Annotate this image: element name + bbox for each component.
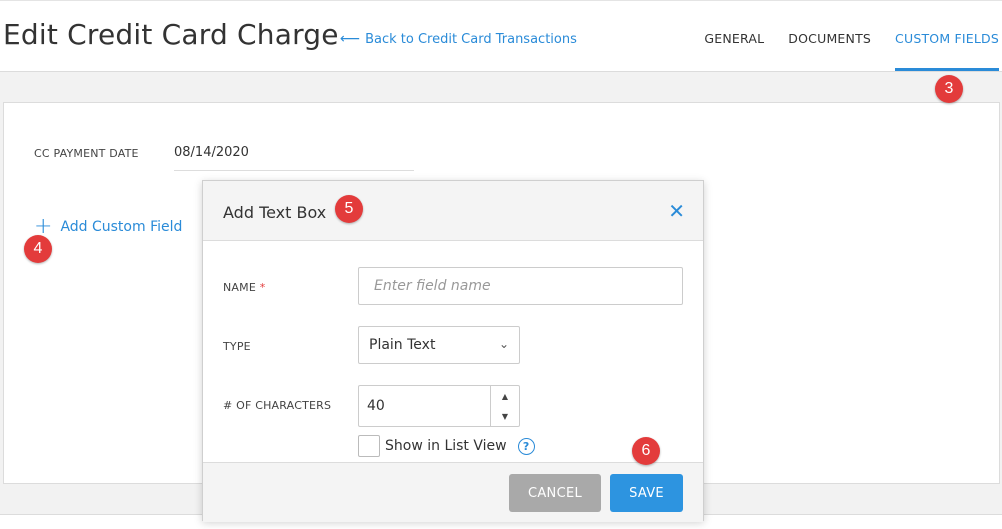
step-badge-3: 3 <box>935 75 963 103</box>
chevron-down-icon: ⌄ <box>498 337 509 351</box>
step-badge-5: 5 <box>335 195 363 223</box>
add-custom-field-label: Add Custom Field <box>60 219 183 235</box>
help-icon[interactable]: ? <box>517 437 535 455</box>
characters-value[interactable]: 40 <box>359 386 490 426</box>
arrow-left-icon: ⟵ <box>340 31 361 47</box>
add-text-box-dialog: Add Text Box ✕ NAME * TYPE Plain Text ⌄ … <box>202 180 704 522</box>
tab-bar: GENERAL DOCUMENTS CUSTOM FIELDS <box>704 1 1002 73</box>
tab-general[interactable]: GENERAL <box>704 1 764 71</box>
stepper-buttons: ▲ ▼ <box>490 386 519 426</box>
type-label: TYPE <box>223 340 251 353</box>
name-label: NAME * <box>223 281 265 294</box>
cancel-button[interactable]: CANCEL <box>509 474 601 512</box>
tab-custom-fields[interactable]: CUSTOM FIELDS <box>895 1 999 71</box>
field-name-input[interactable] <box>358 267 683 305</box>
back-link-label: Back to Credit Card Transactions <box>365 31 577 47</box>
step-badge-6: 6 <box>632 437 660 465</box>
back-link[interactable]: ⟵ Back to Credit Card Transactions <box>340 31 577 47</box>
characters-label: # OF CHARACTERS <box>223 399 332 412</box>
page-header: Edit Credit Card Charge ⟵ Back to Credit… <box>0 0 1002 72</box>
show-in-list-checkbox[interactable] <box>358 435 380 457</box>
type-select[interactable]: Plain Text ⌄ <box>358 326 520 364</box>
payment-date-label: CC PAYMENT DATE <box>34 147 139 160</box>
type-select-value: Plain Text <box>369 337 436 353</box>
increment-icon[interactable]: ▲ <box>491 386 519 406</box>
add-custom-field-button[interactable]: + Add Custom Field <box>34 216 182 238</box>
dialog-footer: CANCEL SAVE <box>203 462 703 522</box>
dialog-header: Add Text Box ✕ <box>203 181 703 241</box>
show-in-list-label: Show in List View <box>385 438 507 454</box>
decrement-icon[interactable]: ▼ <box>491 406 519 426</box>
characters-stepper[interactable]: 40 ▲ ▼ <box>358 385 520 427</box>
page-title: Edit Credit Card Charge <box>3 18 339 51</box>
save-button[interactable]: SAVE <box>610 474 683 512</box>
dialog-title: Add Text Box <box>223 203 327 222</box>
required-marker: * <box>259 281 266 294</box>
payment-date-value: 08/14/2020 <box>174 143 414 171</box>
step-badge-4: 4 <box>24 235 52 263</box>
tab-documents[interactable]: DOCUMENTS <box>788 1 871 71</box>
payment-date-row: CC PAYMENT DATE 08/14/2020 <box>34 143 414 171</box>
name-label-text: NAME <box>223 281 256 294</box>
show-in-list-row: Show in List View ? <box>358 435 535 457</box>
close-icon[interactable]: ✕ <box>668 201 685 221</box>
